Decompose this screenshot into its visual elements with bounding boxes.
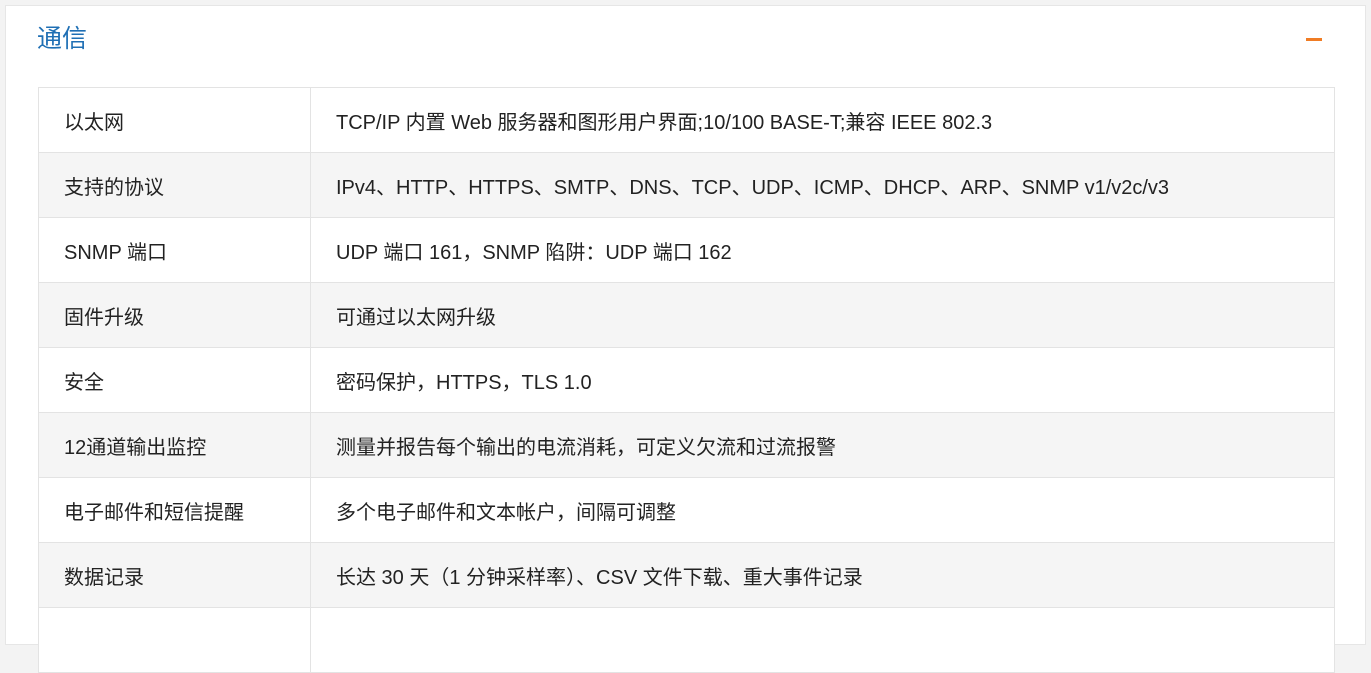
table-row: 电子邮件和短信提醒 多个电子邮件和文本帐户，间隔可调整 xyxy=(38,477,1335,543)
row-label: 安全 xyxy=(38,347,311,413)
section-header[interactable]: 通信 xyxy=(6,6,1365,74)
table-row: 数据记录 长达 30 天（1 分钟采样率）、CSV 文件下载、重大事件记录 xyxy=(38,542,1335,608)
minus-icon xyxy=(1306,38,1322,41)
row-label: 以太网 xyxy=(38,87,311,153)
table-row: 支持的协议 IPv4、HTTP、HTTPS、SMTP、DNS、TCP、UDP、I… xyxy=(38,152,1335,218)
row-label: 电子邮件和短信提醒 xyxy=(38,477,311,543)
row-value: UDP 端口 161，SNMP 陷阱：UDP 端口 162 xyxy=(310,217,1335,283)
spec-table: 以太网 TCP/IP 内置 Web 服务器和图形用户界面;10/100 BASE… xyxy=(38,87,1335,673)
row-label xyxy=(38,607,311,673)
row-value: 密码保护，HTTPS，TLS 1.0 xyxy=(310,347,1335,413)
table-row: 12通道输出监控 测量并报告每个输出的电流消耗，可定义欠流和过流报警 xyxy=(38,412,1335,478)
row-value: 多个电子邮件和文本帐户，间隔可调整 xyxy=(310,477,1335,543)
row-value: IPv4、HTTP、HTTPS、SMTP、DNS、TCP、UDP、ICMP、DH… xyxy=(310,152,1335,218)
row-label: 固件升级 xyxy=(38,282,311,348)
row-label: SNMP 端口 xyxy=(38,217,311,283)
table-row: 固件升级 可通过以太网升级 xyxy=(38,282,1335,348)
collapse-button[interactable] xyxy=(1298,30,1330,50)
table-row xyxy=(38,607,1335,673)
row-value xyxy=(310,607,1335,673)
row-value: 长达 30 天（1 分钟采样率）、CSV 文件下载、重大事件记录 xyxy=(310,542,1335,608)
row-label: 支持的协议 xyxy=(38,152,311,218)
row-value: 测量并报告每个输出的电流消耗，可定义欠流和过流报警 xyxy=(310,412,1335,478)
table-row: 安全 密码保护，HTTPS，TLS 1.0 xyxy=(38,347,1335,413)
table-row: SNMP 端口 UDP 端口 161，SNMP 陷阱：UDP 端口 162 xyxy=(38,217,1335,283)
row-value: 可通过以太网升级 xyxy=(310,282,1335,348)
section-title: 通信 xyxy=(37,25,88,53)
communications-section: 通信 以太网 TCP/IP 内置 Web 服务器和图形用户界面;10/100 B… xyxy=(5,5,1366,673)
row-value: TCP/IP 内置 Web 服务器和图形用户界面;10/100 BASE-T;兼… xyxy=(310,87,1335,153)
row-label: 数据记录 xyxy=(38,542,311,608)
row-label: 12通道输出监控 xyxy=(38,412,311,478)
table-row: 以太网 TCP/IP 内置 Web 服务器和图形用户界面;10/100 BASE… xyxy=(38,87,1335,153)
